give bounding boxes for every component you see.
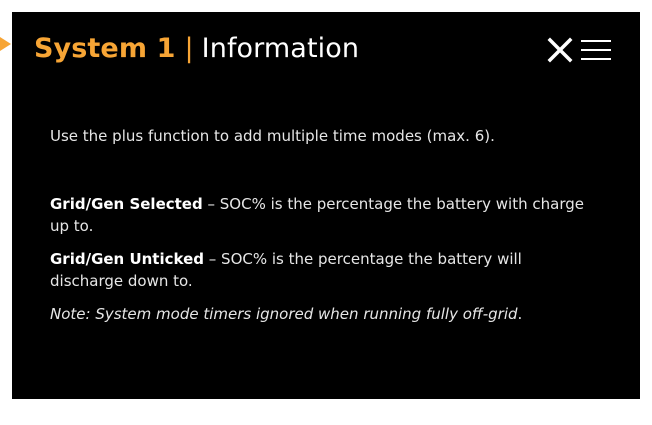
info-item-term: Grid/Gen Unticked [50,250,204,268]
info-item-dash: – [202,195,220,213]
close-icon [547,37,573,63]
note-suffix: . [517,305,523,323]
title-separator: | [184,33,194,64]
information-body: Use the plus function to add multiple ti… [50,125,585,325]
panel-title: System 1 | Information [34,32,359,66]
hamburger-menu-icon [581,40,611,60]
information-panel: System 1 | Information Use the plus func… [12,12,640,399]
note-text: Note: System mode timers ignored when ru… [50,303,585,325]
page: System 1 | Information Use the plus func… [0,0,652,425]
header-actions [544,34,612,66]
intro-text: Use the plus function to add multiple ti… [50,127,495,145]
close-button[interactable] [544,34,576,66]
panel-header: System 1 | Information [34,28,618,70]
note-text-body: Note: System mode timers ignored when ru… [50,305,518,323]
system-label: System 1 [34,33,176,64]
menu-button[interactable] [580,34,612,66]
info-item-grid-gen-selected: Grid/Gen Selected – SOC% is the percenta… [50,193,585,237]
info-item-term: Grid/Gen Selected [50,195,203,213]
info-item-grid-gen-unticked: Grid/Gen Unticked – SOC% is the percenta… [50,248,585,292]
pointer-arrow-icon [0,37,11,51]
section-label: Information [201,33,360,64]
info-item-dash: – [204,250,222,268]
